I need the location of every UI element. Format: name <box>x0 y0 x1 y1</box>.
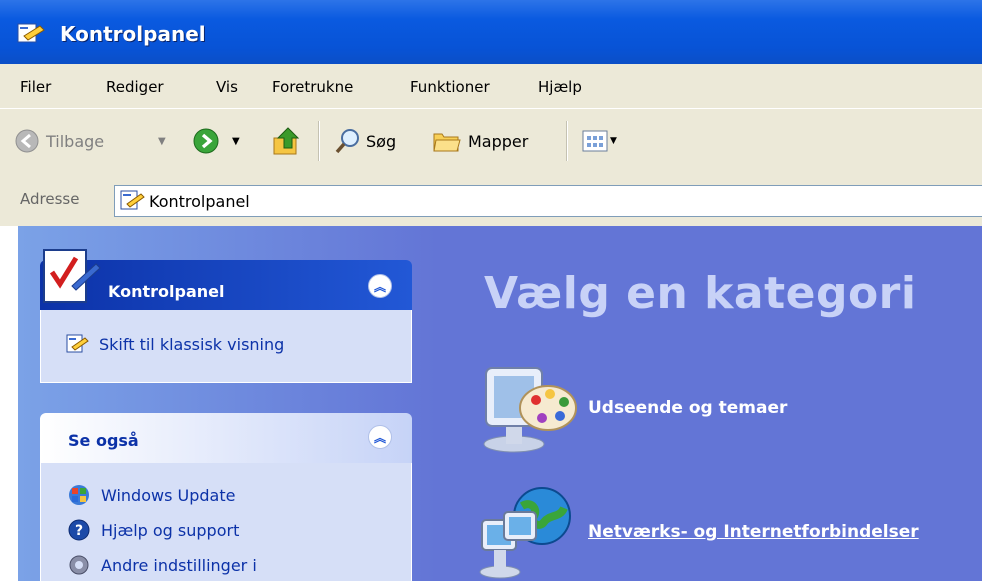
address-label: Adresse <box>20 190 80 208</box>
control-panel-icon <box>66 334 89 353</box>
toolbar-separator <box>566 121 568 161</box>
menu-rediger[interactable]: Rediger <box>106 78 164 96</box>
section-title: Se også <box>68 431 139 450</box>
switch-classic-view-link[interactable]: Skift til klassisk visning <box>65 332 284 356</box>
see-also-section: Se også ︽ Windows Update ? Hjælp og supp… <box>40 413 412 582</box>
section-title: Kontrolpanel <box>108 282 225 301</box>
views-icon <box>582 130 608 152</box>
window-title: Kontrolpanel <box>60 22 206 46</box>
forward-dropdown[interactable]: ▼ <box>232 109 240 173</box>
collapse-icon[interactable]: ︽ <box>368 274 392 298</box>
control-panel-icon <box>119 188 145 218</box>
help-icon: ? <box>68 519 90 541</box>
folders-label: Mapper <box>468 131 529 151</box>
views-button[interactable]: ▼ <box>582 109 617 173</box>
control-panel-icon <box>16 20 46 50</box>
switch-classic-view-label: Skift til klassisk visning <box>99 334 285 354</box>
control-panel-section-body: Skift til klassisk visning <box>40 310 412 383</box>
dropdown-arrow-icon: ▼ <box>610 136 617 146</box>
category-network-internet[interactable] <box>478 482 578 581</box>
category-appearance-themes-label[interactable]: Udseende og temaer <box>588 398 787 418</box>
address-value: Kontrolpanel <box>149 192 250 211</box>
settings-gear-icon <box>69 555 89 575</box>
folders-button[interactable]: Mapper <box>432 109 528 173</box>
network-globe-icon <box>479 487 571 579</box>
dropdown-arrow-icon: ▼ <box>232 135 240 147</box>
toolbar: Tilbage ▼ ▼ Søg Mapper ▼ <box>0 108 982 174</box>
page-title: Vælg en kategori <box>484 268 917 319</box>
windows-update-icon <box>69 485 89 505</box>
address-field[interactable]: Kontrolpanel <box>114 185 982 217</box>
up-folder-button[interactable] <box>270 109 304 173</box>
forward-button[interactable] <box>192 109 220 173</box>
see-also-section-body: Windows Update ? Hjælp og support Andre … <box>40 463 412 582</box>
menu-filer[interactable]: Filer <box>20 78 51 96</box>
menu-vis[interactable]: Vis <box>216 78 238 96</box>
menu-hjaelp[interactable]: Hjælp <box>538 78 582 96</box>
dropdown-arrow-icon: ▼ <box>158 135 166 147</box>
menu-bar: Filer Rediger Vis Foretrukne Funktioner … <box>0 64 982 109</box>
title-bar: Kontrolpanel <box>0 0 982 64</box>
appearance-themes-icon <box>483 367 577 453</box>
category-network-internet-label[interactable]: Netværks- og Internetforbindelser <box>588 522 919 542</box>
collapse-icon[interactable]: ︽ <box>368 425 392 449</box>
help-support-label: Hjælp og support <box>101 520 240 540</box>
menu-foretrukne[interactable]: Foretrukne <box>272 78 353 96</box>
menu-funktioner[interactable]: Funktioner <box>410 78 490 96</box>
windows-update-link[interactable]: Windows Update <box>67 483 235 507</box>
other-settings-label: Andre indstillinger i <box>101 555 257 575</box>
search-button[interactable]: Søg <box>334 109 396 173</box>
svg-text:?: ? <box>75 523 83 539</box>
back-dropdown[interactable]: ▼ <box>158 109 166 173</box>
back-label: Tilbage <box>46 131 105 151</box>
control-panel-large-icon <box>42 246 102 310</box>
search-icon <box>335 129 359 154</box>
back-button[interactable]: Tilbage <box>14 109 104 173</box>
back-arrow-icon <box>15 129 39 153</box>
help-support-link[interactable]: ? Hjælp og support <box>67 518 239 542</box>
address-bar: Adresse Kontrolpanel <box>0 173 982 227</box>
up-folder-icon <box>273 127 300 155</box>
search-label: Søg <box>366 131 397 151</box>
windows-update-label: Windows Update <box>101 485 236 505</box>
control-panel-section: Kontrolpanel ︽ Skift til klassisk visnin… <box>40 249 412 384</box>
forward-arrow-icon <box>193 128 219 154</box>
category-appearance-themes[interactable] <box>478 364 578 456</box>
see-also-section-header[interactable]: Se også ︽ <box>40 413 412 463</box>
folders-icon <box>433 133 461 152</box>
toolbar-separator <box>318 121 320 161</box>
other-settings-link[interactable]: Andre indstillinger i <box>67 553 257 577</box>
